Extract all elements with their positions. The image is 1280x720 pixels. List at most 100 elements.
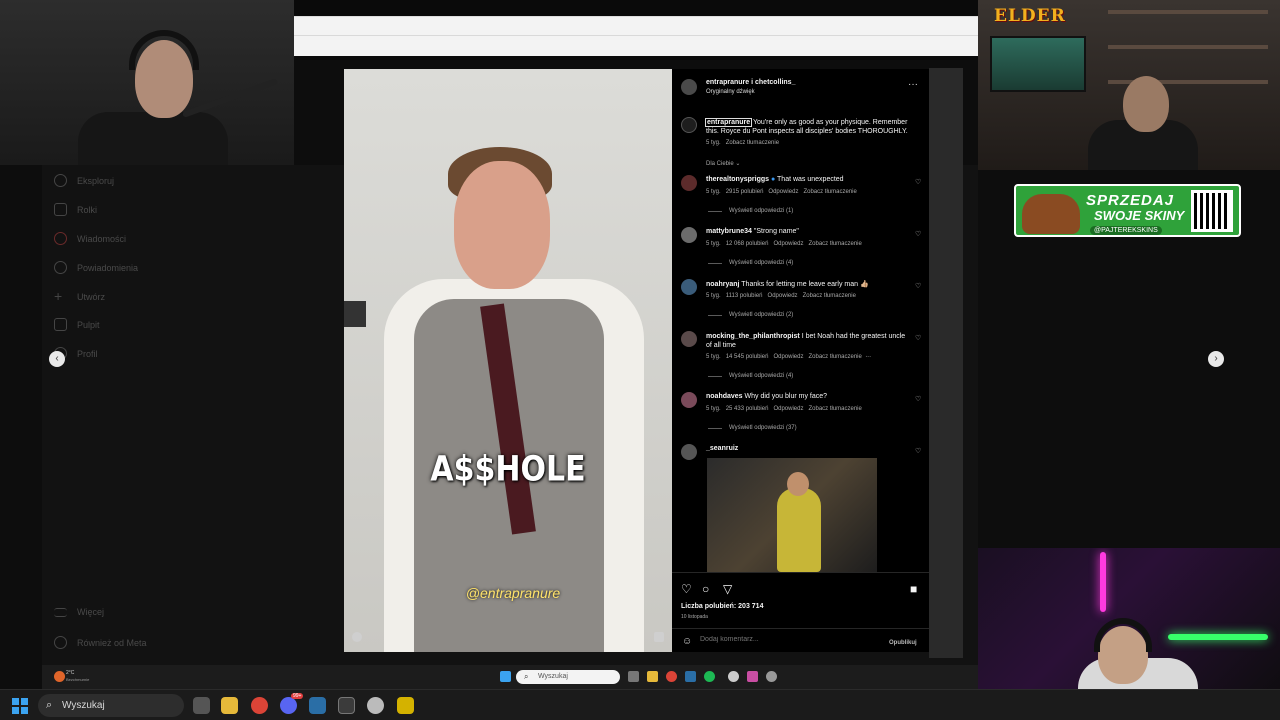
task-view-icon[interactable]	[193, 697, 210, 714]
comment-reply-button[interactable]: Odpowiedz	[773, 406, 803, 412]
comment-options-icon[interactable]: ···	[865, 354, 871, 360]
comment-reply-button[interactable]: Odpowiedz	[773, 354, 803, 360]
comment-like-icon[interactable]: ♡	[915, 448, 922, 455]
comment-like-icon[interactable]: ♡	[915, 179, 922, 186]
comment-age: 5 tyg.	[706, 354, 721, 360]
comment-translate-link[interactable]: Zobacz tłumaczenie	[808, 241, 861, 247]
taskbar-search[interactable]: ⌕ Wyszukaj	[38, 694, 184, 717]
view-replies-button[interactable]: Wyświetl odpowiedzi (1)	[729, 208, 793, 214]
comment-text: That was unexpected	[777, 176, 844, 183]
file-explorer-icon[interactable]	[221, 697, 238, 714]
sidebar-item-notifications[interactable]: Powiadomienia	[54, 261, 138, 274]
tagged-users-icon[interactable]	[352, 632, 362, 642]
comment-translate-link[interactable]: Zobacz tłumaczenie	[803, 293, 856, 299]
comment-likes[interactable]: 25 433 polubień	[726, 406, 769, 412]
windows-start-icon[interactable]	[12, 698, 28, 714]
sidebar-more[interactable]: Więcej	[54, 607, 104, 617]
comment-username[interactable]: mattybrune34	[706, 228, 752, 235]
next-post-button[interactable]: ›	[1208, 351, 1224, 367]
sidebar-item-label: Utwórz	[77, 291, 106, 302]
comment-translate-link[interactable]: Zobacz tłumaczenie	[803, 189, 856, 195]
view-replies-button[interactable]: Wyświetl odpowiedzi (4)	[729, 260, 793, 266]
comment-avatar[interactable]	[681, 227, 697, 243]
divider	[672, 628, 929, 629]
view-replies-button[interactable]: Wyświetl odpowiedzi (4)	[729, 373, 793, 379]
obs-icon[interactable]	[766, 671, 777, 682]
app-icon[interactable]	[747, 671, 758, 682]
folder-icon[interactable]	[647, 671, 658, 682]
chrome-icon[interactable]	[251, 697, 268, 714]
comment-likes[interactable]: 14 545 polubień	[726, 354, 769, 360]
mute-icon[interactable]	[654, 632, 664, 642]
steam-icon[interactable]	[309, 697, 326, 714]
comment-avatar[interactable]	[681, 175, 697, 191]
captured-taskbar: 2°C Bezchmurnie ⌕ Wyszukaj	[42, 665, 978, 689]
captured-search-box[interactable]: ⌕ Wyszukaj	[516, 670, 620, 684]
comment-username[interactable]: noahdaves	[706, 393, 743, 400]
like-icon[interactable]: ♡	[681, 583, 692, 595]
comment-username[interactable]: mocking_the_philanthropist	[706, 333, 800, 340]
reel-video[interactable]: A$$HOLE @entrapranure	[344, 69, 672, 652]
sidebar-item-create[interactable]: + Utwórz	[54, 289, 106, 303]
comment-avatar[interactable]	[681, 444, 697, 460]
obs-icon[interactable]	[367, 697, 384, 714]
caption-translate-link[interactable]: Zobacz tłumaczenie	[726, 140, 779, 146]
app-icon[interactable]	[397, 697, 414, 714]
comment-avatar[interactable]	[681, 392, 697, 408]
comment-avatar[interactable]	[681, 331, 697, 347]
post-audio[interactable]: Oryginalny dźwięk	[706, 89, 755, 95]
reels-icon	[54, 203, 67, 216]
share-icon[interactable]: ▽	[723, 583, 732, 595]
comment-username[interactable]: therealtonyspriggs	[706, 176, 769, 183]
comment-reply-button[interactable]: Odpowiedz	[768, 189, 798, 195]
spotify-icon[interactable]	[704, 671, 715, 682]
comment-filter-dropdown[interactable]: Dla Ciebie ⌄	[706, 160, 740, 167]
comment-reply-button[interactable]: Odpowiedz	[773, 241, 803, 247]
previous-post-button[interactable]: ‹	[49, 351, 65, 367]
author-avatar[interactable]	[681, 79, 697, 95]
terminal-icon[interactable]	[338, 697, 355, 714]
steam-icon[interactable]	[685, 671, 696, 682]
more-options-icon[interactable]: ···	[908, 79, 918, 90]
comment-input[interactable]	[700, 636, 850, 643]
comment-likes[interactable]: 1113 polubień	[726, 293, 763, 299]
sidebar-meta[interactable]: Również od Meta	[54, 636, 147, 649]
comment-likes[interactable]: 12 068 polubień	[726, 241, 769, 247]
comment-avatar[interactable]	[681, 279, 697, 295]
comment-like-icon[interactable]: ♡	[915, 231, 922, 238]
screen: Eksploruj Rolki Wiadomości Powiadomienia…	[0, 0, 1280, 720]
comment-gif[interactable]	[707, 458, 877, 572]
emoji-icon[interactable]: ☺	[682, 636, 692, 647]
sidebar-item-explore[interactable]: Eksploruj	[54, 174, 114, 187]
sidebar-item-reels[interactable]: Rolki	[54, 203, 97, 216]
sidebar-item-dashboard[interactable]: Pulpit	[54, 318, 100, 331]
comment-reply-button[interactable]: Odpowiedz	[768, 293, 798, 299]
comment-like-icon[interactable]: ♡	[915, 283, 922, 290]
reply-line	[708, 376, 722, 377]
settings-icon[interactable]	[728, 671, 739, 682]
comment-text: Why did you blur my face?	[744, 393, 828, 400]
caption-avatar[interactable]	[681, 117, 697, 133]
likes-count[interactable]: Liczba polubień: 203 714	[681, 603, 763, 610]
comment-translate-link[interactable]: Zobacz tłumaczenie	[808, 354, 861, 360]
comment-like-icon[interactable]: ♡	[915, 335, 922, 342]
post-authors[interactable]: entrapranure i chetcollins_	[706, 79, 795, 86]
comment-username[interactable]: noahryanj	[706, 281, 739, 288]
discord-icon[interactable]	[280, 697, 297, 714]
sidebar-item-messages[interactable]: Wiadomości	[54, 232, 126, 245]
publish-button[interactable]: Opublikuj	[889, 640, 917, 646]
task-view-icon[interactable]	[628, 671, 639, 682]
caption-username[interactable]: entrapranure	[704, 118, 753, 127]
view-replies-button[interactable]: Wyświetl odpowiedzi (37)	[729, 425, 797, 431]
comment-translate-link[interactable]: Zobacz tłumaczenie	[808, 406, 861, 412]
comment-icon[interactable]: ○	[702, 583, 709, 595]
view-replies-button[interactable]: Wyświetl odpowiedzi (2)	[729, 312, 793, 318]
captured-windows-icon[interactable]	[500, 671, 511, 682]
comment-likes[interactable]: 2915 polubień	[726, 189, 764, 195]
chrome-icon[interactable]	[666, 671, 677, 682]
comment-like-icon[interactable]: ♡	[915, 396, 922, 403]
comment-username[interactable]: _seanruiz	[706, 445, 738, 452]
heart-icon	[54, 261, 67, 274]
caption-meta: 5 tyg. Zobacz tłumaczenie	[706, 140, 779, 146]
bookmark-icon[interactable]: ■	[910, 583, 917, 595]
